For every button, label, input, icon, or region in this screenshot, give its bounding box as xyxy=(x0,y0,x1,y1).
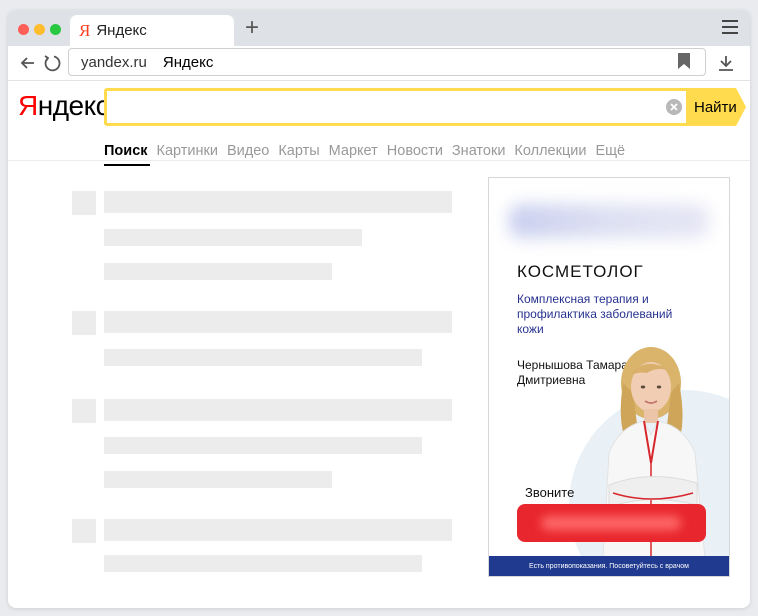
search-button-label: Найти xyxy=(694,99,737,116)
search-button-arrow xyxy=(736,88,746,126)
logo-first-letter: Я xyxy=(18,90,38,121)
maximize-window-button[interactable] xyxy=(50,24,61,35)
yandex-logo[interactable]: Яндекс xyxy=(18,90,110,122)
tab-news[interactable]: Новости xyxy=(387,143,443,159)
result-icon-placeholder xyxy=(72,311,96,335)
tab-collections[interactable]: Коллекции xyxy=(514,143,586,159)
result-line-placeholder xyxy=(104,399,452,421)
new-tab-button[interactable]: + xyxy=(240,14,264,42)
result-line-placeholder xyxy=(104,263,332,280)
result-line-placeholder xyxy=(104,311,452,333)
ad-subtitle: Комплексная терапия и профилактика забол… xyxy=(517,292,673,336)
ad-phone-button[interactable] xyxy=(517,504,706,542)
menu-icon[interactable] xyxy=(722,20,738,34)
ad-call-label: Звоните xyxy=(525,485,575,500)
result-line-placeholder xyxy=(104,555,422,572)
close-window-button[interactable] xyxy=(18,24,29,35)
ad-banner[interactable]: КОСМЕТОЛОГ Комплексная терапия и профила… xyxy=(488,177,730,577)
clear-icon[interactable] xyxy=(665,98,683,116)
minimize-window-button[interactable] xyxy=(34,24,45,35)
result-icon-placeholder xyxy=(72,191,96,215)
search-input[interactable] xyxy=(104,88,692,126)
result-line-placeholder xyxy=(104,349,422,366)
tab-maps[interactable]: Карты xyxy=(278,143,319,159)
address-bar[interactable]: yandex.ru Яндекс xyxy=(68,48,706,76)
tab-strip: Я Яндекс + xyxy=(8,10,750,46)
bookmark-icon[interactable] xyxy=(677,52,691,70)
navigation-bar: yandex.ru Яндекс xyxy=(8,46,750,81)
phone-number-blurred xyxy=(541,516,681,530)
yandex-header: Яндекс Найти Поиск Картинки Видео Карты … xyxy=(8,80,750,166)
tab-znatoki[interactable]: Знатоки xyxy=(452,143,506,159)
url-page-title: Яндекс xyxy=(162,53,214,71)
logo-rest: ндекс xyxy=(37,90,110,121)
services-nav: Поиск Картинки Видео Карты Маркет Новост… xyxy=(104,143,625,159)
ad-disclaimer: Есть противопоказания. Посоветуйтесь с в… xyxy=(489,556,729,576)
tab-images[interactable]: Картинки xyxy=(157,143,218,159)
search-button[interactable]: Найти xyxy=(686,88,737,126)
tab-title: Яндекс xyxy=(96,22,147,39)
back-arrow-icon[interactable] xyxy=(18,53,38,73)
result-line-placeholder xyxy=(104,471,332,488)
ad-title: КОСМЕТОЛОГ xyxy=(517,262,644,281)
reload-icon[interactable] xyxy=(42,53,62,73)
browser-tab[interactable]: Я Яндекс xyxy=(70,15,234,46)
result-icon-placeholder xyxy=(72,519,96,543)
ad-logo-blurred xyxy=(509,204,709,238)
active-tab-underline xyxy=(104,164,150,166)
download-icon[interactable] xyxy=(716,53,736,73)
browser-window: Я Яндекс + yandex.ru Яндекс Яндекс Найти… xyxy=(8,10,750,608)
tab-more[interactable]: Ещё xyxy=(595,143,625,159)
result-line-placeholder xyxy=(104,519,452,541)
result-icon-placeholder xyxy=(72,399,96,423)
tab-video[interactable]: Видео xyxy=(227,143,269,159)
result-line-placeholder xyxy=(104,229,362,246)
url-host: yandex.ru xyxy=(81,53,147,71)
result-line-placeholder xyxy=(104,437,422,454)
tab-market[interactable]: Маркет xyxy=(329,143,378,159)
yandex-favicon-icon: Я xyxy=(79,20,91,40)
tab-search[interactable]: Поиск xyxy=(104,143,148,159)
result-line-placeholder xyxy=(104,191,452,213)
